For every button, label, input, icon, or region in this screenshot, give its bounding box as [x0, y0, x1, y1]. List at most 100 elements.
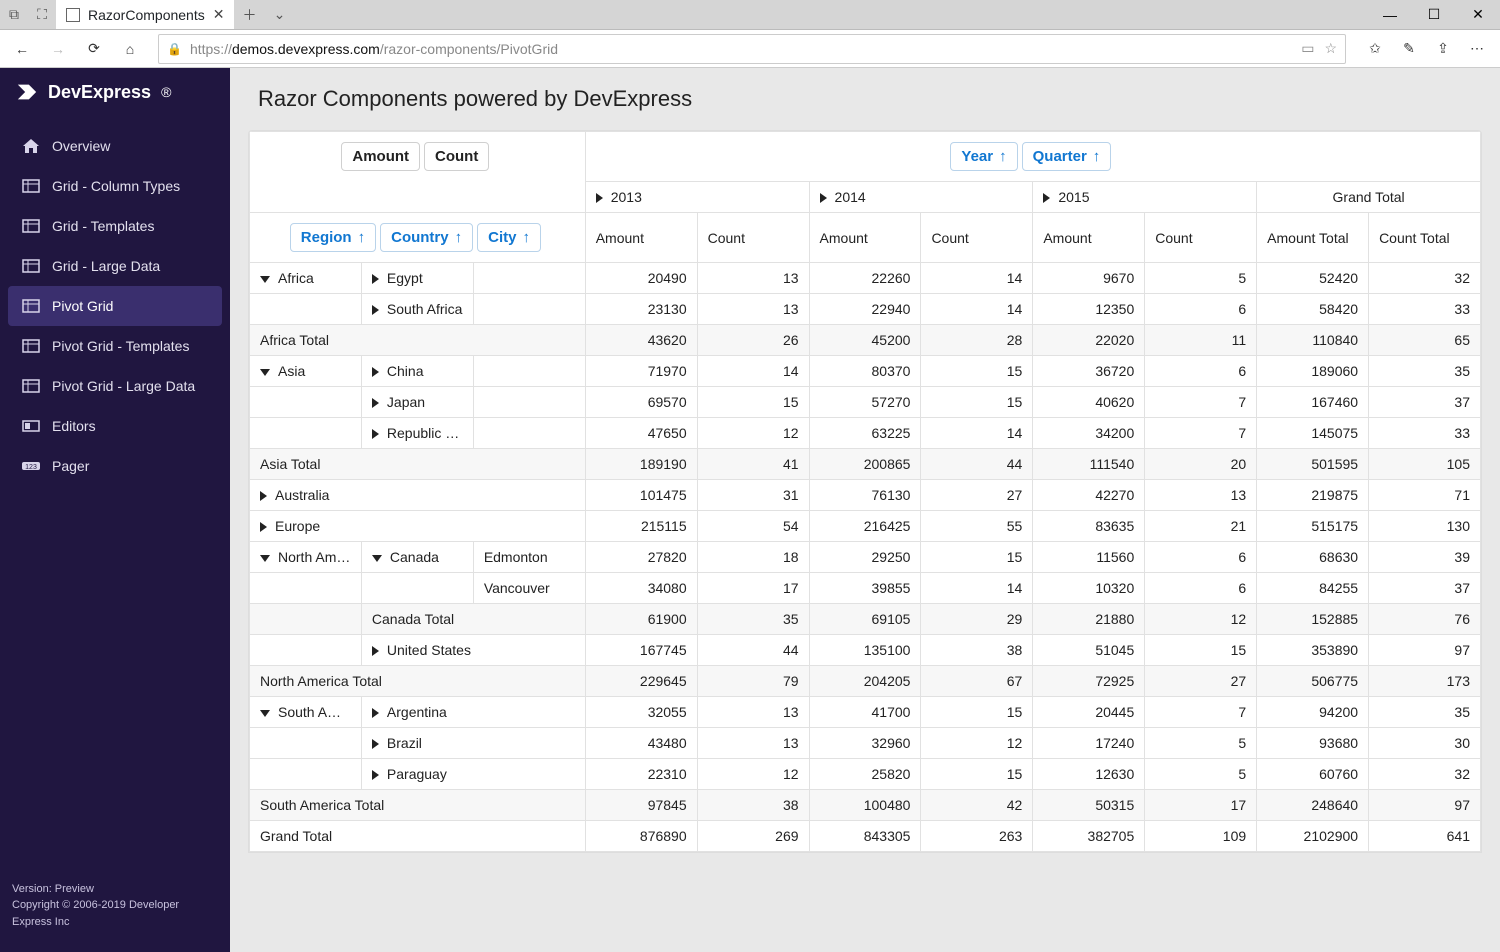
close-window-button[interactable]: ✕	[1456, 0, 1500, 29]
more-icon[interactable]: ⋯	[1460, 33, 1494, 65]
expand-icon[interactable]	[372, 367, 379, 377]
year-header[interactable]: 2015	[1033, 182, 1257, 213]
favorite-icon[interactable]: ☆	[1324, 40, 1337, 57]
favorites-icon[interactable]: ✩	[1358, 33, 1392, 65]
row-region-cell[interactable]: Australia	[250, 480, 586, 511]
row-country-cell[interactable]: Argentina	[361, 697, 585, 728]
pivot-cell: 50315	[1033, 790, 1145, 821]
pivot-cell: 14	[697, 356, 809, 387]
expand-icon[interactable]	[372, 398, 379, 408]
expand-icon[interactable]	[596, 193, 603, 203]
row-region-cell[interactable]: South America	[250, 697, 362, 728]
minimize-button[interactable]: —	[1368, 0, 1412, 29]
row-region-cell[interactable]: North America	[250, 542, 362, 573]
pivot-cell: 60760	[1257, 759, 1369, 790]
row-country-cell[interactable]: Japan	[361, 387, 473, 418]
row-country-cell[interactable]: Brazil	[361, 728, 585, 759]
pivot-cell: 27	[921, 480, 1033, 511]
row-total-label: Africa Total	[250, 325, 586, 356]
sidebar-item-pager[interactable]: 123Pager	[8, 446, 222, 486]
expand-icon[interactable]	[372, 739, 379, 749]
back-button[interactable]: ←	[6, 33, 38, 65]
notes-icon[interactable]: ✎	[1392, 33, 1426, 65]
home-button[interactable]: ⌂	[114, 33, 146, 65]
sidebar-item-editors[interactable]: Editors	[8, 406, 222, 446]
row-total-label: Asia Total	[250, 449, 586, 480]
row-region-cell[interactable]: Europe	[250, 511, 586, 542]
collapse-icon[interactable]	[260, 369, 270, 376]
row-country-cell[interactable]: Paraguay	[361, 759, 585, 790]
row-country-cell[interactable]: South Africa	[361, 294, 473, 325]
new-tab-button[interactable]: ＋	[234, 0, 264, 29]
tabs-dropdown-icon[interactable]: ⌄	[264, 0, 294, 29]
sidebar-item-pivot-grid-large-data[interactable]: Pivot Grid - Large Data	[8, 366, 222, 406]
sidebar-item-overview[interactable]: Overview	[8, 126, 222, 166]
expand-icon[interactable]	[260, 522, 267, 532]
pivot-row: Brazil434801332960121724059368030	[250, 728, 1481, 759]
row-country-cell[interactable]: Egypt	[361, 263, 473, 294]
row-region-cell	[250, 604, 362, 635]
pivot-cell: 101475	[585, 480, 697, 511]
pivot-cell: 31	[697, 480, 809, 511]
pivot-cell: 14	[921, 573, 1033, 604]
main-content: Razor Components powered by DevExpress A…	[230, 68, 1500, 952]
address-bar[interactable]: 🔒 https://demos.devexpress.com/razor-com…	[158, 34, 1346, 64]
row-region-cell[interactable]: Africa	[250, 263, 362, 294]
share-icon[interactable]: ⇪	[1426, 33, 1460, 65]
pivot-cell: 83635	[1033, 511, 1145, 542]
row-country-cell[interactable]: Republic of Korea	[361, 418, 473, 449]
browser-tab[interactable]: RazorComponents ✕	[56, 0, 234, 29]
expand-icon[interactable]	[260, 491, 267, 501]
year-header[interactable]: 2013	[585, 182, 809, 213]
sidebar-item-grid-column-types[interactable]: Grid - Column Types	[8, 166, 222, 206]
year-header[interactable]: 2014	[809, 182, 1033, 213]
collapse-icon[interactable]	[260, 555, 270, 562]
field-chip-country[interactable]: Country ↑	[380, 223, 473, 252]
expand-icon[interactable]	[372, 429, 379, 439]
sidebar-item-grid-large-data[interactable]: Grid - Large Data	[8, 246, 222, 286]
field-chip-amount[interactable]: Amount	[341, 142, 420, 171]
collapse-icon[interactable]	[372, 555, 382, 562]
nav-label: Pivot Grid	[52, 298, 113, 314]
field-chip-quarter[interactable]: Quarter ↑	[1022, 142, 1112, 171]
forward-button[interactable]: →	[42, 33, 74, 65]
pivot-cell: 22940	[809, 294, 921, 325]
field-chip-year[interactable]: Year ↑	[950, 142, 1017, 171]
sidebar-item-pivot-grid-templates[interactable]: Pivot Grid - Templates	[8, 326, 222, 366]
sidebar-item-pivot-grid[interactable]: Pivot Grid	[8, 286, 222, 326]
expand-icon[interactable]	[372, 274, 379, 284]
pivot-row: South Africa231301322940141235065842033	[250, 294, 1481, 325]
expand-icon[interactable]	[1043, 193, 1050, 203]
reading-view-icon[interactable]: ▭	[1301, 40, 1314, 57]
row-region-cell[interactable]: Asia	[250, 356, 362, 387]
pivot-cell: 94200	[1257, 697, 1369, 728]
collapse-icon[interactable]	[260, 276, 270, 283]
expand-icon[interactable]	[820, 193, 827, 203]
pivot-cell: 6	[1145, 294, 1257, 325]
maximize-button[interactable]: ☐	[1412, 0, 1456, 29]
field-chip-count[interactable]: Count	[424, 142, 489, 171]
tab-preview-icon[interactable]: ⛶	[28, 0, 56, 29]
row-country-cell[interactable]: United States	[361, 635, 585, 666]
field-chip-city[interactable]: City ↑	[477, 223, 541, 252]
expand-icon[interactable]	[372, 770, 379, 780]
version-text: Version: Preview	[12, 881, 218, 898]
pivot-cell: 22310	[585, 759, 697, 790]
field-chip-region[interactable]: Region ↑	[290, 223, 376, 252]
pivot-cell: 28	[921, 325, 1033, 356]
row-country-cell[interactable]: China	[361, 356, 473, 387]
tab-actions-icon[interactable]: ⧉	[0, 0, 28, 29]
nav-label: Editors	[52, 418, 96, 434]
refresh-button[interactable]: ⟳	[78, 33, 110, 65]
row-country-cell[interactable]: Canada	[361, 542, 473, 573]
pivot-cell: 10320	[1033, 573, 1145, 604]
pivot-cell: 382705	[1033, 821, 1145, 852]
collapse-icon[interactable]	[260, 710, 270, 717]
pivot-cell: 34080	[585, 573, 697, 604]
close-tab-icon[interactable]: ✕	[213, 6, 225, 23]
expand-icon[interactable]	[372, 305, 379, 315]
sidebar-item-grid-templates[interactable]: Grid - Templates	[8, 206, 222, 246]
pivot-cell: 2102900	[1257, 821, 1369, 852]
expand-icon[interactable]	[372, 708, 379, 718]
expand-icon[interactable]	[372, 646, 379, 656]
